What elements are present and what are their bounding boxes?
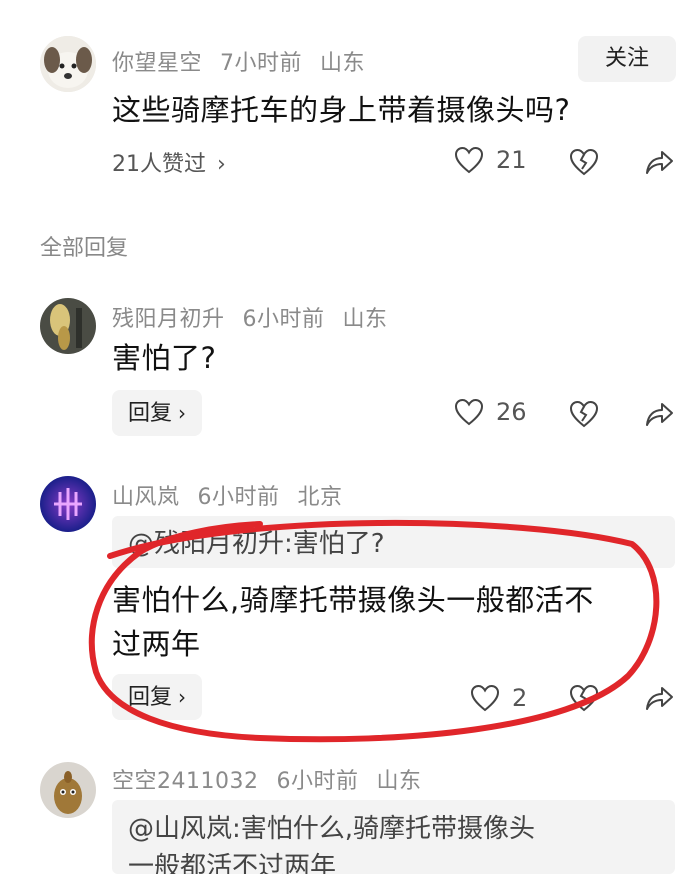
reply-3-location: 山东 <box>376 769 422 794</box>
reply-3-quote-line1: @山风岚:害怕什么,骑摩托带摄像头 <box>128 814 536 844</box>
avatar-reply-3[interactable] <box>40 762 96 818</box>
reply-3-quote: @山风岚:害怕什么,骑摩托带摄像头 一般都活不过两年 <box>112 800 675 874</box>
reply-3-quote-line2: 一般都活不过两年 <box>128 852 337 874</box>
reply-3-meta: 空空2411032 6小时前 山东 <box>112 763 440 795</box>
annotation-circle <box>88 519 660 743</box>
reply-3-username[interactable]: 空空2411032 <box>112 769 258 794</box>
reply-3-time: 6小时前 <box>276 769 359 794</box>
